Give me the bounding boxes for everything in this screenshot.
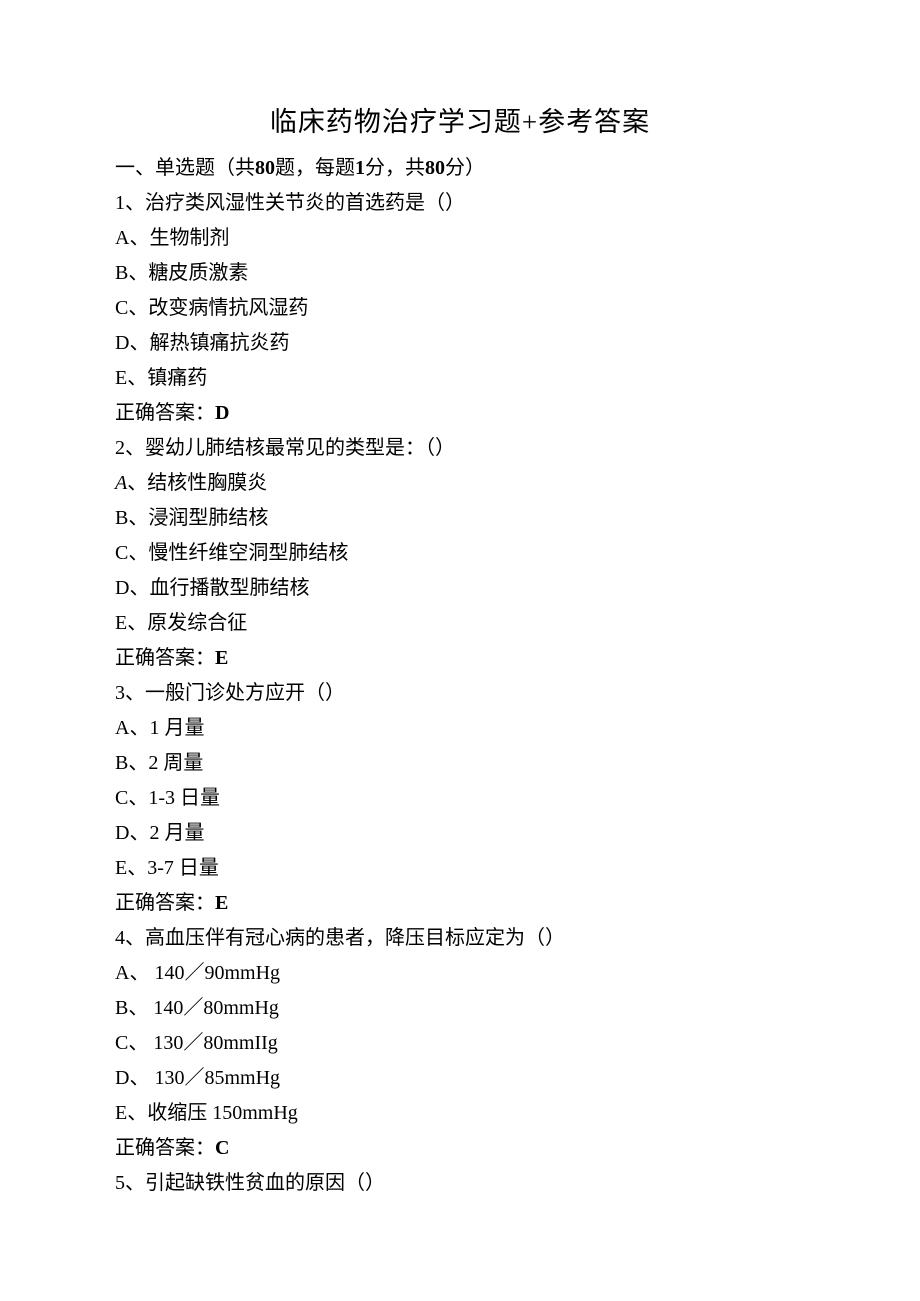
option-letter: E xyxy=(115,612,127,634)
question-number: 3 xyxy=(115,682,125,704)
option-letter: A xyxy=(115,962,129,984)
option-text: 、浸润型肺结核 xyxy=(128,507,268,529)
option-line: D、 130／85mmHg xyxy=(115,1063,805,1094)
option-text: 、原发综合征 xyxy=(127,612,247,634)
option-letter: B xyxy=(115,507,128,529)
question-list: 1、治疗类风湿性关节炎的首选药是（）A、生物制剂B、糖皮质激素C、改变病情抗风湿… xyxy=(115,188,805,1199)
section-prefix: 一、单选题（共 xyxy=(115,157,255,179)
option-letter: E xyxy=(115,367,127,389)
option-text: 、 130／85mmHg xyxy=(129,1067,280,1089)
option-letter: C xyxy=(115,1032,128,1054)
answer-label: 正确答案： xyxy=(115,892,215,914)
option-line: A、1 月量 xyxy=(115,713,805,744)
option-line: A、结核性胸膜炎 xyxy=(115,468,805,499)
option-letter: C xyxy=(115,787,128,809)
question-number: 5 xyxy=(115,1172,125,1194)
section-suffix: 分） xyxy=(445,157,485,179)
option-line: D、解热镇痛抗炎药 xyxy=(115,328,805,359)
question-stem: 5、引起缺铁性贫血的原因（） xyxy=(115,1168,805,1199)
option-line: B、糖皮质激素 xyxy=(115,258,805,289)
option-line: C、 130／80mmIIg xyxy=(115,1028,805,1059)
question-text: 、一般门诊处方应开（） xyxy=(125,682,345,704)
option-letter: A xyxy=(115,717,129,739)
section-header: 一、单选题（共80题，每题1分，共80分） xyxy=(115,153,805,184)
answer-label: 正确答案： xyxy=(115,647,215,669)
option-line: A、 140／90mmHg xyxy=(115,958,805,989)
option-letter: B xyxy=(115,752,128,774)
option-text: 、收缩压 150mmHg xyxy=(127,1102,298,1124)
answer-label: 正确答案： xyxy=(115,402,215,424)
option-letter: C xyxy=(115,542,128,564)
answer-line: 正确答案：D xyxy=(115,398,805,429)
option-line: E、原发综合征 xyxy=(115,608,805,639)
question-stem: 1、治疗类风湿性关节炎的首选药是（） xyxy=(115,188,805,219)
option-line: E、镇痛药 xyxy=(115,363,805,394)
question-stem: 4、高血压伴有冠心病的患者，降压目标应定为（） xyxy=(115,923,805,954)
option-text: 、糖皮质激素 xyxy=(128,262,248,284)
option-letter: A xyxy=(115,472,127,494)
section-total: 80 xyxy=(425,157,445,179)
section-per: 1 xyxy=(355,157,365,179)
answer-line: 正确答案：E xyxy=(115,643,805,674)
question-stem: 2、婴幼儿肺结核最常见的类型是：（） xyxy=(115,433,805,464)
answer-value: D xyxy=(215,402,229,424)
option-text: 、1 月量 xyxy=(129,717,204,739)
option-letter: E xyxy=(115,857,127,879)
answer-line: 正确答案：C xyxy=(115,1133,805,1164)
document-page: 临床药物治疗学习题+参考答案 一、单选题（共80题，每题1分，共80分） 1、治… xyxy=(0,0,920,1199)
option-text: 、2 周量 xyxy=(128,752,203,774)
option-line: C、慢性纤维空洞型肺结核 xyxy=(115,538,805,569)
option-line: E、收缩压 150mmHg xyxy=(115,1098,805,1129)
option-text: 、 140／80mmHg xyxy=(128,997,279,1019)
option-text: 、2 月量 xyxy=(129,822,204,844)
option-letter: C xyxy=(115,297,128,319)
question-text: 、引起缺铁性贫血的原因（） xyxy=(125,1172,385,1194)
question-number: 4 xyxy=(115,927,125,949)
option-text: 、3-7 日量 xyxy=(127,857,219,879)
option-text: 、慢性纤维空洞型肺结核 xyxy=(128,542,348,564)
question-number: 1 xyxy=(115,192,125,214)
answer-value: E xyxy=(215,892,228,914)
question-text: 、高血压伴有冠心病的患者，降压目标应定为（） xyxy=(125,927,565,949)
section-mid2: 分，共 xyxy=(365,157,425,179)
option-letter: B xyxy=(115,262,128,284)
option-text: 、 130／80mmIIg xyxy=(128,1032,277,1054)
option-line: C、改变病情抗风湿药 xyxy=(115,293,805,324)
question-text: 、婴幼儿肺结核最常见的类型是：（） xyxy=(125,437,455,459)
page-title: 临床药物治疗学习题+参考答案 xyxy=(115,100,805,139)
option-line: A、生物制剂 xyxy=(115,223,805,254)
option-text: 、1-3 日量 xyxy=(128,787,220,809)
answer-value: E xyxy=(215,647,228,669)
option-letter: B xyxy=(115,997,128,1019)
option-line: C、1-3 日量 xyxy=(115,783,805,814)
option-text: 、改变病情抗风湿药 xyxy=(128,297,308,319)
option-line: B、浸润型肺结核 xyxy=(115,503,805,534)
question-stem: 3、一般门诊处方应开（） xyxy=(115,678,805,709)
section-mid1: 题，每题 xyxy=(275,157,355,179)
question-text: 、治疗类风湿性关节炎的首选药是（） xyxy=(125,192,465,214)
option-line: B、2 周量 xyxy=(115,748,805,779)
option-letter: D xyxy=(115,1067,129,1089)
option-letter: A xyxy=(115,227,129,249)
question-number: 2 xyxy=(115,437,125,459)
answer-line: 正确答案：E xyxy=(115,888,805,919)
option-letter: D xyxy=(115,822,129,844)
option-letter: D xyxy=(115,332,129,354)
option-letter: D xyxy=(115,577,129,599)
option-text: 、生物制剂 xyxy=(129,227,229,249)
option-text: 、镇痛药 xyxy=(127,367,207,389)
option-line: B、 140／80mmHg xyxy=(115,993,805,1024)
answer-label: 正确答案： xyxy=(115,1137,215,1159)
answer-value: C xyxy=(215,1137,229,1159)
option-text: 、结核性胸膜炎 xyxy=(127,472,267,494)
option-text: 、血行播散型肺结核 xyxy=(129,577,309,599)
option-line: D、2 月量 xyxy=(115,818,805,849)
option-text: 、 140／90mmHg xyxy=(129,962,280,984)
option-text: 、解热镇痛抗炎药 xyxy=(129,332,289,354)
option-line: E、3-7 日量 xyxy=(115,853,805,884)
section-count: 80 xyxy=(255,157,275,179)
option-letter: E xyxy=(115,1102,127,1124)
option-line: D、血行播散型肺结核 xyxy=(115,573,805,604)
